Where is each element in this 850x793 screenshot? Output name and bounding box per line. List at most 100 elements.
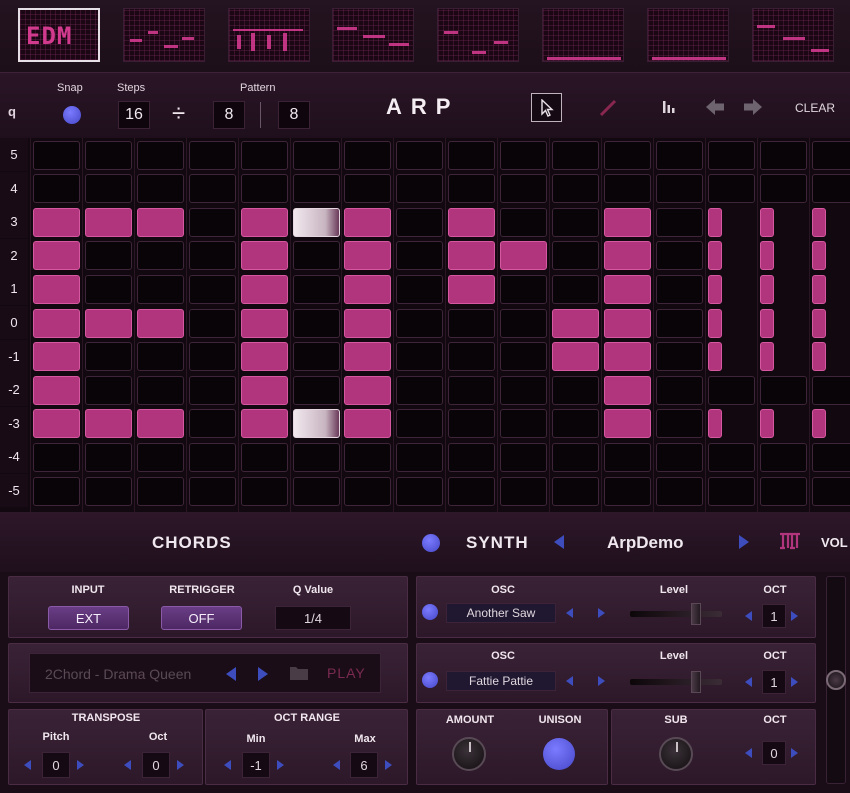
step-cell[interactable] [552,342,599,371]
step-cell[interactable] [85,409,132,438]
step-cell[interactable] [85,309,132,338]
step-cell[interactable] [500,409,547,438]
sub-oct-value[interactable]: 0 [762,741,786,765]
shift-left-button[interactable] [703,96,727,118]
steps-value[interactable]: 16 [118,101,150,129]
min-value[interactable]: -1 [242,752,270,778]
chord-play-button[interactable]: PLAY [327,665,366,681]
min-down-arrow[interactable] [224,760,231,770]
step-cell[interactable] [656,477,703,506]
step-cell[interactable] [85,342,132,371]
input-mode-button[interactable]: EXT [48,606,129,630]
max-value[interactable]: 6 [350,752,378,778]
preset-prev-arrow[interactable] [554,535,564,549]
step-cell[interactable] [344,409,391,438]
pitch-up-arrow[interactable] [77,760,84,770]
step-cell[interactable] [812,174,850,203]
step-cell[interactable] [552,477,599,506]
step-cell[interactable] [396,409,443,438]
step-cell[interactable] [293,409,340,438]
max-up-arrow[interactable] [385,760,392,770]
step-cell[interactable] [500,443,547,472]
step-cell[interactable] [137,342,184,371]
osc2-power-toggle[interactable] [422,672,438,688]
step-cell[interactable] [344,174,391,203]
pattern-thumb-6[interactable] [542,8,624,62]
wave-logo-icon[interactable] [778,530,802,552]
step-cell[interactable] [500,342,547,371]
step-cell[interactable] [241,208,288,237]
step-cell[interactable] [708,241,722,270]
step-cell[interactable] [500,309,547,338]
step-cell[interactable] [344,342,391,371]
osc1-power-toggle[interactable] [422,604,438,620]
step-cell[interactable] [448,409,495,438]
step-cell[interactable] [33,275,80,304]
step-cell[interactable] [189,275,236,304]
step-cell[interactable] [396,309,443,338]
step-cell[interactable] [33,409,80,438]
step-cell[interactable] [344,477,391,506]
preset-name[interactable]: ArpDemo [607,533,684,553]
step-cell[interactable] [604,342,651,371]
step-cell[interactable] [137,141,184,170]
step-cell[interactable] [760,477,807,506]
synth-power-toggle[interactable] [422,534,440,552]
step-cell[interactable] [604,141,651,170]
step-cell[interactable] [656,409,703,438]
pattern-thumb-1[interactable]: EDM [18,8,100,62]
step-cell[interactable] [241,376,288,405]
step-cell[interactable] [760,141,807,170]
step-cell[interactable] [33,477,80,506]
pattern-thumb-8[interactable] [752,8,834,62]
osc2-level-handle[interactable] [691,671,701,693]
step-cell[interactable] [137,477,184,506]
step-cell[interactable] [344,376,391,405]
step-cell[interactable] [552,174,599,203]
step-cell[interactable] [812,477,850,506]
synth-label[interactable]: SYNTH [466,533,529,553]
step-cell[interactable] [137,208,184,237]
step-cell[interactable] [448,174,495,203]
oct-value[interactable]: 0 [142,752,170,778]
volume-fader-handle[interactable] [826,670,846,690]
step-cell[interactable] [604,376,651,405]
step-cell[interactable] [241,443,288,472]
step-cell[interactable] [448,309,495,338]
step-cell[interactable] [604,275,651,304]
osc1-wave-prev-arrow[interactable] [566,608,573,618]
sub-oct-down-arrow[interactable] [745,748,752,758]
step-cell[interactable] [812,309,826,338]
step-cell[interactable] [293,174,340,203]
step-cell[interactable] [85,477,132,506]
step-cell[interactable] [604,309,651,338]
steps-division-value[interactable]: 8 [213,101,245,129]
pitch-down-arrow[interactable] [24,760,31,770]
step-cell[interactable] [241,275,288,304]
quantize-icon[interactable]: q [8,104,16,119]
step-cell[interactable] [189,174,236,203]
step-cell[interactable] [448,141,495,170]
pattern-thumb-5[interactable] [437,8,519,62]
step-cell[interactable] [604,477,651,506]
step-cell[interactable] [85,208,132,237]
step-cell[interactable] [760,275,774,304]
step-cell[interactable] [708,409,722,438]
step-cell[interactable] [604,241,651,270]
folder-icon[interactable] [289,664,309,682]
step-cell[interactable] [293,443,340,472]
step-cell[interactable] [500,174,547,203]
step-cell[interactable] [344,141,391,170]
step-cell[interactable] [552,208,599,237]
pattern-value[interactable]: 8 [278,101,310,129]
step-cell[interactable] [396,141,443,170]
step-cell[interactable] [760,309,774,338]
step-cell[interactable] [760,342,774,371]
osc1-wave-next-arrow[interactable] [598,608,605,618]
step-cell[interactable] [137,376,184,405]
step-cell[interactable] [656,275,703,304]
step-cell[interactable] [33,141,80,170]
osc2-wave-next-arrow[interactable] [598,676,605,686]
osc1-oct-up-arrow[interactable] [791,611,798,621]
max-down-arrow[interactable] [333,760,340,770]
